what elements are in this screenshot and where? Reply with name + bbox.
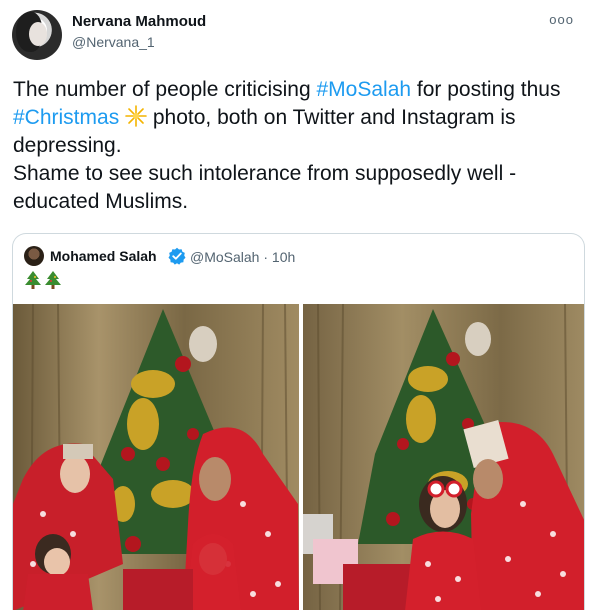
- quoted-avatar[interactable]: [24, 246, 44, 266]
- author-avatar[interactable]: [12, 10, 62, 60]
- quoted-author-name[interactable]: Mohamed Salah: [50, 248, 157, 264]
- christmas-tree-emoji-icon: [25, 271, 61, 289]
- author-handle[interactable]: @Nervana_1: [72, 34, 155, 50]
- author-name[interactable]: Nervana Mahmoud: [72, 13, 206, 30]
- tweet-card: Nervana Mahmoud @Nervana_1 ooo The numbe…: [0, 0, 590, 610]
- verified-badge-icon: [168, 247, 186, 265]
- sparkle-emoji-icon: [125, 105, 147, 127]
- christmas-photo-left[interactable]: [13, 304, 299, 610]
- tweet-text-part: for posting thus: [411, 78, 561, 101]
- hashtag-mosalah[interactable]: #MoSalah: [317, 78, 412, 101]
- tweet-text: The number of people criticising #MoSala…: [13, 76, 583, 216]
- hashtag-christmas[interactable]: #Christmas: [13, 106, 119, 129]
- more-options-icon[interactable]: ooo: [549, 12, 574, 27]
- tweet-text-part: Shame to see such intolerance from suppo…: [13, 162, 517, 213]
- quoted-handle-time[interactable]: @MoSalah · 10h: [190, 249, 295, 265]
- tweet-text-part: The number of people criticising: [13, 78, 317, 101]
- quoted-tweet[interactable]: Mohamed Salah @MoSalah · 10h: [12, 233, 585, 610]
- christmas-photo-right[interactable]: [303, 304, 584, 610]
